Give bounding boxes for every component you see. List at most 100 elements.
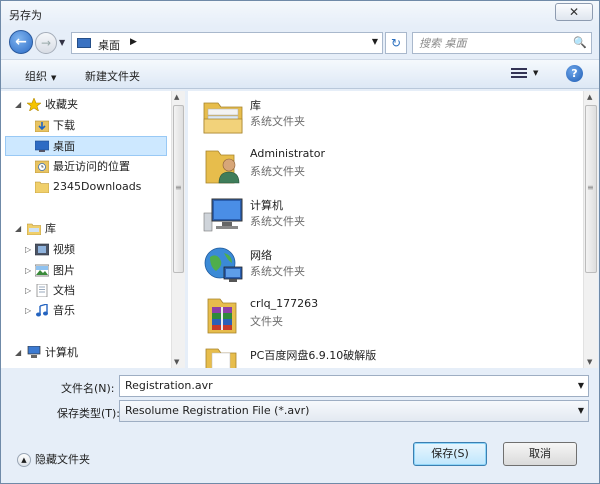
sidebar-item-favorites[interactable]: ◢ 收藏夹	[15, 95, 165, 115]
archive-folder-icon	[207, 298, 237, 334]
sidebar-item-label: 最近访问的位置	[53, 160, 130, 173]
filetype-value: Resolume Registration File (*.avr)	[125, 404, 310, 417]
list-item[interactable]: 库 系统文件夹	[200, 93, 570, 139]
view-options-icon[interactable]	[509, 66, 529, 82]
list-item[interactable]: PC百度网盘6.9.10破解版	[200, 343, 570, 368]
file-type: 系统文件夹	[250, 165, 305, 178]
search-icon[interactable]: 🔍	[573, 36, 587, 49]
file-name: PC百度网盘6.9.10破解版	[250, 349, 377, 362]
music-icon	[36, 304, 48, 317]
computer-icon	[203, 198, 243, 232]
view-dropdown-icon[interactable]: ▼	[533, 69, 538, 77]
expand-arrow-icon[interactable]: ▷	[25, 240, 31, 260]
save-button[interactable]: 保存(S)	[413, 442, 487, 466]
star-icon	[27, 98, 41, 111]
chevron-up-icon: ▲	[17, 453, 31, 467]
folder-icon	[35, 181, 49, 193]
scrollbar-thumb[interactable]: ≡	[585, 105, 597, 273]
user-folder-icon	[205, 150, 240, 184]
breadcrumb-desktop[interactable]: 桌面	[98, 37, 120, 53]
chevron-down-icon: ▼	[51, 74, 57, 82]
scroll-down-icon[interactable]: ▼	[174, 358, 179, 366]
sidebar-item-recent-places[interactable]: 最近访问的位置	[35, 157, 165, 177]
sidebar-item-documents[interactable]: ▷ 文档	[25, 281, 165, 301]
title-bar: 另存为 ✕	[1, 1, 599, 27]
scroll-up-icon[interactable]: ▲	[587, 93, 592, 101]
file-list-scrollbar[interactable]: ▲ ≡ ▼	[583, 91, 598, 368]
address-bar[interactable]: 桌面 ▶ ▼	[71, 32, 383, 54]
cancel-button[interactable]: 取消	[503, 442, 577, 466]
dialog-footer: ▲ 隐藏文件夹 保存(S) 取消	[1, 433, 599, 483]
sidebar-item-downloads[interactable]: 下载	[35, 116, 165, 136]
refresh-button[interactable]: ↻	[385, 32, 407, 54]
downloads-folder-icon	[35, 120, 49, 132]
file-type: 系统文件夹	[250, 215, 305, 228]
expand-arrow-icon[interactable]: ◢	[15, 219, 21, 239]
expand-arrow-icon[interactable]: ▷	[25, 301, 31, 321]
chevron-down-icon[interactable]: ▼	[578, 381, 584, 390]
window-title: 另存为	[9, 9, 42, 22]
save-as-dialog: 另存为 ✕ ← → ▼ 桌面 ▶ ▼ ↻ 🔍 组织 ▼ 新建文件夹 ▼ ? ◢ 收…	[0, 0, 600, 484]
scroll-down-icon[interactable]: ▼	[587, 358, 592, 366]
sidebar-item-label: 库	[45, 222, 56, 235]
file-name: 库	[250, 99, 261, 112]
pictures-icon	[35, 264, 49, 277]
filetype-select[interactable]: Resolume Registration File (*.avr) ▼	[119, 400, 589, 422]
hide-folders-label: 隐藏文件夹	[35, 453, 90, 466]
navigation-pane: ◢ 收藏夹 下载 桌面 最近访问的位置 2345Downloads ◢ 库 ▷	[1, 91, 171, 368]
sidebar-item-label: 收藏夹	[45, 98, 78, 111]
file-name: 计算机	[250, 199, 283, 212]
sidebar-item-label: 音乐	[53, 304, 75, 317]
desktop-icon	[35, 140, 49, 152]
new-folder-button[interactable]: 新建文件夹	[85, 68, 140, 84]
sidebar-item-label: 下载	[53, 119, 75, 132]
expand-arrow-icon[interactable]: ▷	[25, 281, 31, 301]
filename-input[interactable]: Registration.avr ▼	[119, 375, 589, 397]
sidebar-item-label: 2345Downloads	[53, 180, 142, 193]
sidebar-item-libraries[interactable]: ◢ 库	[15, 219, 165, 239]
sidebar-item-pictures[interactable]: ▷ 图片	[25, 261, 165, 281]
scroll-up-icon[interactable]: ▲	[174, 93, 179, 101]
expand-arrow-icon[interactable]: ◢	[15, 343, 21, 363]
network-icon	[204, 247, 243, 282]
filename-value: Registration.avr	[125, 379, 213, 392]
help-button[interactable]: ?	[566, 65, 583, 82]
filetype-label: 保存类型(T):	[57, 407, 121, 420]
filename-label: 文件名(N):	[61, 382, 115, 395]
sidebar-item-2345downloads[interactable]: 2345Downloads	[35, 177, 165, 197]
navigation-bar: ← → ▼ 桌面 ▶ ▼ ↻ 🔍	[1, 29, 599, 57]
navigation-pane-scrollbar[interactable]: ▲ ≡ ▼	[171, 91, 185, 368]
command-toolbar: 组织 ▼ 新建文件夹 ▼ ?	[1, 59, 599, 89]
search-input[interactable]	[419, 36, 569, 51]
file-list: 库 系统文件夹 Administrator 系统文件夹 计算机 系统文件夹 网络…	[188, 91, 583, 368]
forward-button[interactable]: →	[35, 32, 57, 54]
list-item[interactable]: Administrator 系统文件夹	[200, 143, 570, 189]
scrollbar-thumb[interactable]: ≡	[173, 105, 184, 273]
file-type: 系统文件夹	[250, 265, 305, 278]
file-name: crlq_177263	[250, 297, 319, 310]
expand-arrow-icon[interactable]: ◢	[15, 95, 21, 115]
breadcrumb-arrow-icon[interactable]: ▶	[130, 37, 137, 47]
list-item[interactable]: crlq_177263 文件夹	[200, 293, 570, 339]
hide-folders-toggle[interactable]: ▲ 隐藏文件夹	[17, 451, 90, 467]
sidebar-item-computer[interactable]: ◢ 计算机	[15, 343, 165, 363]
file-name: Administrator	[250, 147, 325, 160]
chevron-down-icon[interactable]: ▼	[578, 406, 584, 415]
file-type: 文件夹	[250, 315, 283, 328]
sidebar-item-music[interactable]: ▷ 音乐	[25, 301, 165, 321]
documents-icon	[36, 284, 48, 297]
sidebar-item-desktop[interactable]: 桌面	[5, 136, 167, 156]
address-dropdown-icon[interactable]: ▼	[372, 37, 378, 46]
back-button[interactable]: ←	[9, 30, 33, 54]
recent-locations-dropdown[interactable]: ▼	[59, 38, 65, 47]
expand-arrow-icon[interactable]: ▷	[25, 261, 31, 281]
file-name: 网络	[250, 249, 272, 262]
list-item[interactable]: 网络 系统文件夹	[200, 243, 570, 289]
close-button[interactable]: ✕	[555, 3, 593, 21]
organize-menu-button[interactable]: 组织 ▼	[25, 68, 56, 84]
list-item[interactable]: 计算机 系统文件夹	[200, 193, 570, 239]
sidebar-item-videos[interactable]: ▷ 视频	[25, 240, 165, 260]
sidebar-item-label: 桌面	[53, 140, 75, 153]
save-form: 文件名(N): Registration.avr ▼ 保存类型(T): Reso…	[1, 369, 599, 429]
folder-icon	[205, 348, 237, 368]
